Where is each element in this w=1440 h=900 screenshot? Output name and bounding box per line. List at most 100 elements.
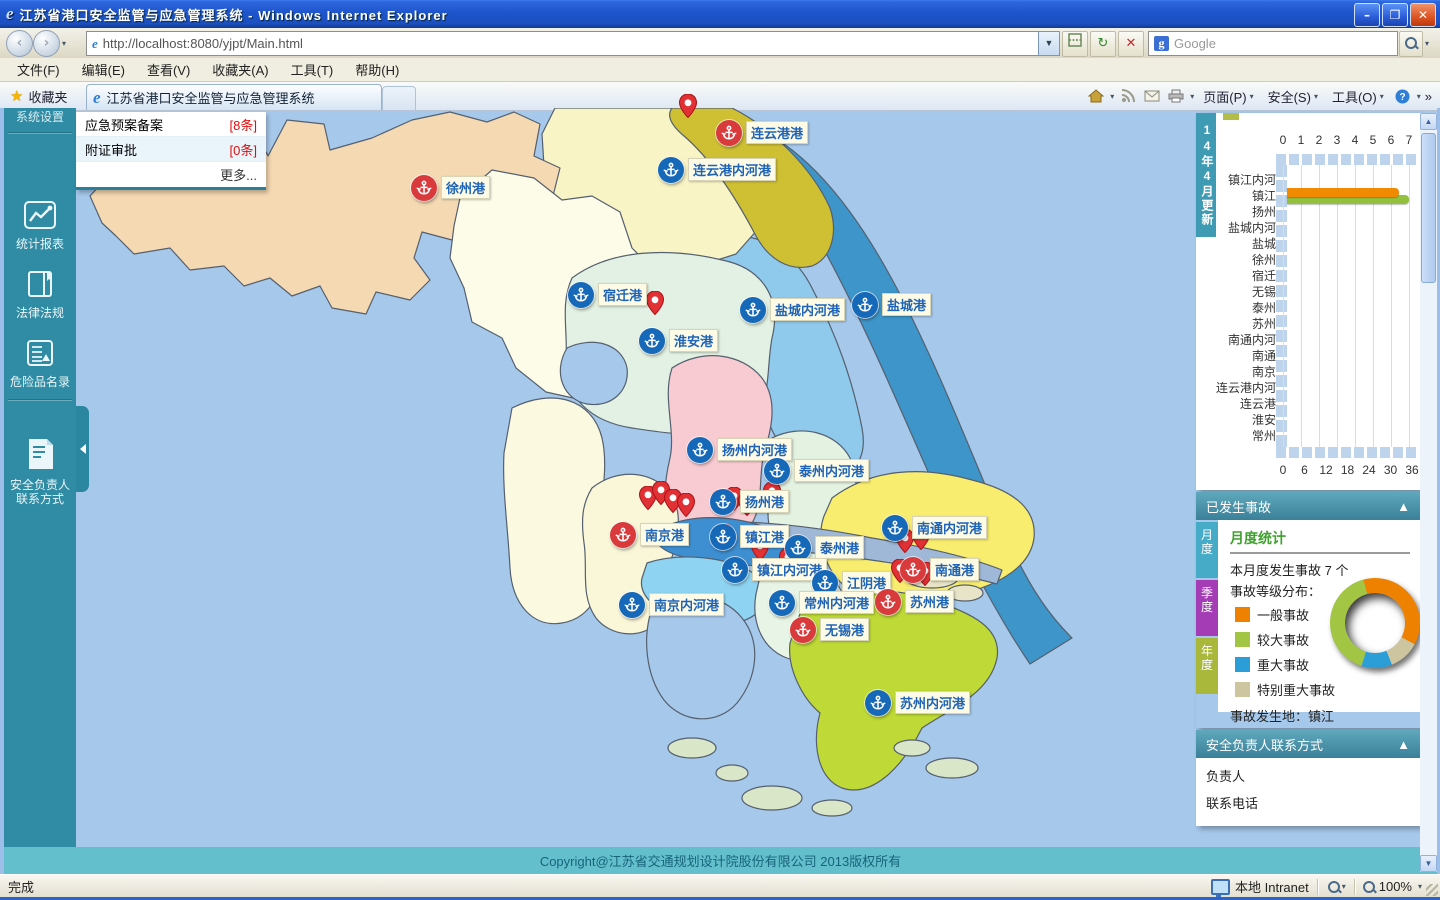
menu-item-1[interactable]: 编辑(E) [71, 57, 136, 82]
map-island [667, 737, 717, 759]
port-marker-泰州内河港[interactable]: 泰州内河港 [764, 458, 870, 484]
sidebar-item-4[interactable]: 安全负责人 联系方式 [4, 437, 76, 508]
scroll-up-button[interactable]: ▲ [1420, 113, 1437, 130]
scrolled-legend-fragment [1223, 113, 1239, 120]
law-book-icon [4, 269, 76, 304]
menu-item-4[interactable]: 工具(T) [280, 57, 345, 82]
port-marker-盐城港[interactable]: 盐城港 [852, 292, 932, 318]
zoom-level[interactable]: 100% [1379, 879, 1412, 894]
accident-tab-年度[interactable]: 年度 [1196, 638, 1218, 694]
port-marker-镇江港[interactable]: 镇江港 [710, 524, 790, 550]
history-dropdown-icon[interactable]: ▾ [62, 39, 66, 48]
tab-active[interactable]: e 江苏省港口安全监管与应急管理系统 [86, 84, 382, 110]
command-button-2[interactable]: 工具(O) ▾ [1327, 85, 1389, 108]
home-icon-dropdown[interactable]: ▾ [1110, 92, 1114, 101]
port-marker-南通内河港[interactable]: 南通内河港 [882, 515, 988, 541]
stop-button[interactable]: ✕ [1118, 31, 1144, 57]
accident-panel-header[interactable]: 已发生事故 ▲ [1196, 492, 1420, 520]
resize-grip[interactable] [1426, 884, 1438, 896]
sidebar-collapse-tab[interactable] [76, 406, 89, 492]
help-icon[interactable]: ? [1393, 87, 1413, 105]
port-marker-淮安港[interactable]: 淮安港 [639, 328, 719, 354]
port-marker-扬州内河港[interactable]: 扬州内河港 [687, 437, 793, 463]
restore-button[interactable]: ❐ [1382, 3, 1408, 27]
port-marker-南通港[interactable]: 南通港 [900, 557, 980, 583]
compatibility-view-button[interactable] [1062, 31, 1088, 57]
port-marker-镇江内河港[interactable]: 镇江内河港 [722, 557, 828, 583]
favorites-button[interactable]: ★ 收藏夹 [4, 85, 73, 107]
mail-icon[interactable] [1142, 87, 1162, 105]
sidebar-item-0[interactable]: 系统设置 [4, 108, 76, 124]
accident-tab-月度[interactable]: 月度 [1196, 522, 1218, 578]
search-button[interactable] [1399, 31, 1423, 57]
refresh-button[interactable]: ↻ [1090, 31, 1116, 57]
anchor-icon [710, 489, 736, 515]
vertical-scrollbar[interactable]: ▲ ▼ [1420, 113, 1437, 872]
back-button[interactable]: ‹ [6, 30, 33, 57]
shortcut-row-1[interactable]: 附证审批 [0条] [76, 137, 266, 162]
panel-collapse-icon[interactable]: ▲ [1397, 499, 1410, 514]
gridline [1409, 165, 1410, 447]
map-pin-icon[interactable] [645, 290, 665, 316]
search-magnifier-icon [1405, 37, 1417, 49]
map-pin-icon[interactable] [676, 492, 696, 518]
gridline [1337, 165, 1338, 447]
divider [8, 132, 72, 134]
address-input[interactable]: e http://localhost:8080/yjpt/Main.html [86, 31, 1040, 56]
new-tab-stub[interactable] [382, 86, 416, 110]
port-marker-连云港内河港[interactable]: 连云港内河港 [658, 157, 777, 183]
divider [8, 399, 72, 401]
search-options-dropdown-icon[interactable]: ▾ [1425, 39, 1429, 48]
shortcut-more-link[interactable]: 更多... [76, 162, 266, 187]
scrollbar-thumb[interactable] [1421, 133, 1436, 283]
port-marker-宿迁港[interactable]: 宿迁港 [568, 282, 648, 308]
panel-collapse-icon[interactable]: ▲ [1397, 737, 1410, 752]
menu-item-3[interactable]: 收藏夹(A) [201, 57, 279, 82]
chart-category-label: 泰州 [1251, 301, 1276, 315]
home-icon[interactable] [1086, 87, 1106, 105]
protected-mode-dropdown-icon[interactable]: ▾ [1342, 882, 1346, 891]
menu-item-2[interactable]: 查看(V) [136, 57, 201, 82]
accident-tab-季度[interactable]: 季度 [1196, 580, 1218, 636]
print-icon-dropdown[interactable]: ▾ [1190, 92, 1194, 101]
contact-panel-header[interactable]: 安全负责人联系方式 ▲ [1196, 730, 1420, 758]
print-icon[interactable] [1166, 87, 1186, 105]
port-marker-常州内河港[interactable]: 常州内河港 [769, 590, 875, 616]
port-marker-苏州内河港[interactable]: 苏州内河港 [865, 690, 971, 716]
contact-phone-label: 联系电话 [1206, 796, 1259, 811]
scroll-down-button[interactable]: ▼ [1420, 855, 1437, 872]
command-button-1[interactable]: 安全(S) ▾ [1263, 85, 1323, 108]
zoom-dropdown-icon[interactable]: ▾ [1418, 882, 1422, 891]
anchor-icon [568, 282, 594, 308]
command-button-0[interactable]: 页面(P) ▾ [1198, 85, 1258, 108]
port-marker-无锡港[interactable]: 无锡港 [790, 617, 870, 643]
shortcut-row-0[interactable]: 应急预案备案 [8条] [76, 112, 266, 137]
port-marker-苏州港[interactable]: 苏州港 [875, 589, 955, 615]
port-marker-南京内河港[interactable]: 南京内河港 [619, 592, 725, 618]
map-pin-icon[interactable] [678, 93, 698, 119]
rss-feed-icon[interactable] [1118, 87, 1138, 105]
address-dropdown-button[interactable]: ▼ [1038, 31, 1060, 56]
bottom-axis-tick: 36 [1405, 463, 1419, 477]
search-input[interactable]: g Google [1148, 31, 1398, 56]
help-dropdown[interactable]: ▾ [1417, 92, 1421, 101]
port-marker-南京港[interactable]: 南京港 [610, 522, 690, 548]
accident-donut-chart [1330, 578, 1420, 668]
forward-button[interactable]: › [33, 30, 60, 57]
sidebar-item-2[interactable]: 法律法规 [4, 269, 76, 322]
port-marker-连云港港[interactable]: 连云港港 [716, 120, 809, 146]
port-marker-徐州港[interactable]: 徐州港 [411, 175, 491, 201]
hazard-list-icon [4, 338, 76, 373]
status-text: 完成 [8, 880, 35, 895]
close-button[interactable]: ✕ [1410, 3, 1436, 27]
menu-item-0[interactable]: 文件(F) [6, 57, 71, 82]
port-label: 苏州港 [905, 590, 955, 613]
overflow-chevron[interactable]: » [1425, 89, 1432, 104]
sidebar: 系统设置统计报表法律法规危险品名录安全负责人 联系方式 [4, 108, 76, 847]
sidebar-item-3[interactable]: 危险品名录 [4, 338, 76, 391]
port-marker-盐城内河港[interactable]: 盐城内河港 [740, 297, 846, 323]
sidebar-item-1[interactable]: 统计报表 [4, 200, 76, 253]
port-marker-扬州港[interactable]: 扬州港 [710, 489, 790, 515]
menu-item-5[interactable]: 帮助(H) [344, 57, 410, 82]
minimize-button[interactable]: – [1354, 3, 1380, 27]
